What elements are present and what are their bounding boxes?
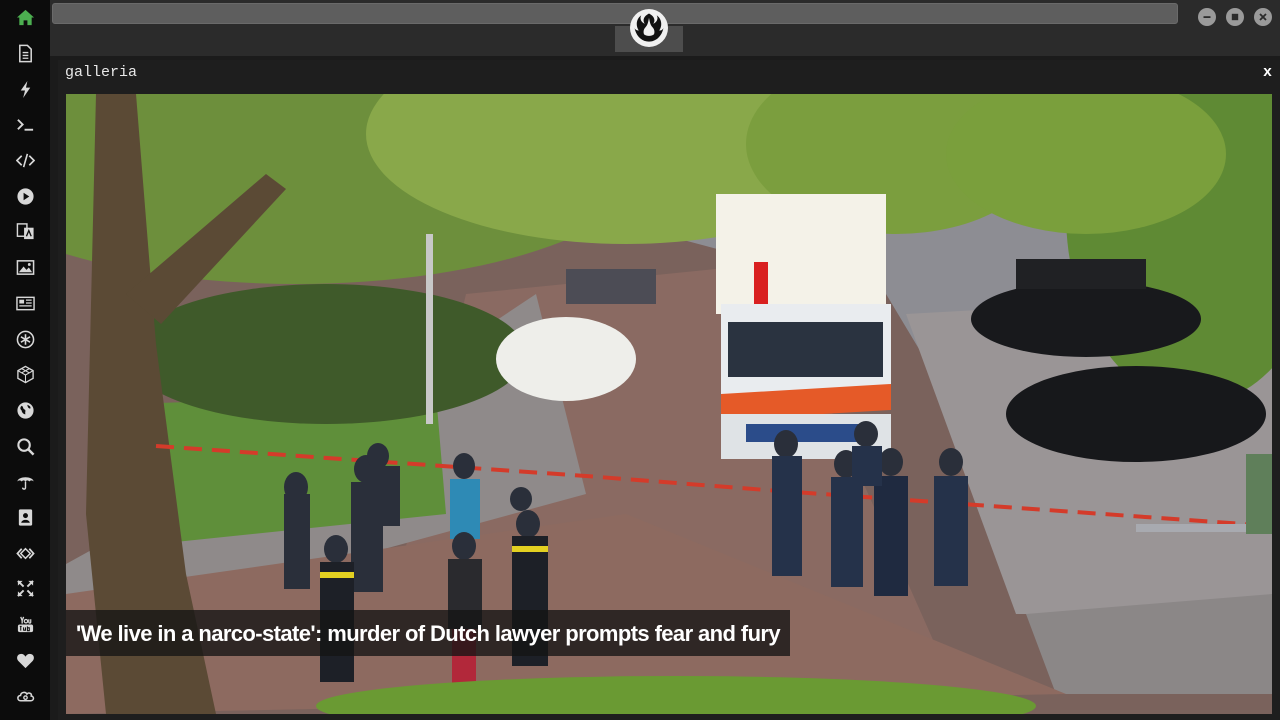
address-bar[interactable]: [52, 3, 1178, 24]
heart-icon[interactable]: [0, 642, 50, 678]
photo-caption: 'We live in a narco-state': murder of Du…: [66, 610, 791, 656]
expand-icon[interactable]: [0, 571, 50, 607]
panel-title: galleria: [65, 64, 138, 81]
terminal-icon[interactable]: [0, 107, 50, 143]
lightning-icon[interactable]: [0, 71, 50, 107]
maximize-icon[interactable]: [1226, 8, 1244, 26]
top-bar: [50, 0, 1280, 56]
asterisk-icon[interactable]: [0, 321, 50, 357]
gallery-panel: galleria x 'We live in a narco-state': m…: [58, 60, 1280, 720]
panel-close-button[interactable]: x: [1263, 64, 1272, 81]
sidebar: [0, 0, 50, 720]
play-icon[interactable]: [0, 178, 50, 214]
close-icon[interactable]: [1254, 8, 1272, 26]
cube-icon[interactable]: [0, 357, 50, 393]
umbrella-icon[interactable]: [0, 464, 50, 500]
image-icon[interactable]: [0, 250, 50, 286]
translate-icon[interactable]: [0, 214, 50, 250]
minimize-icon[interactable]: [1198, 8, 1216, 26]
rebel-alliance-icon: [630, 9, 668, 47]
home-icon[interactable]: [0, 0, 50, 36]
youtube-icon[interactable]: [0, 607, 50, 643]
cloud-icon[interactable]: [0, 678, 50, 714]
document-icon[interactable]: [0, 36, 50, 72]
contact-icon[interactable]: [0, 500, 50, 536]
globe-icon[interactable]: [0, 393, 50, 429]
embed-icon[interactable]: [0, 535, 50, 571]
search-icon[interactable]: [0, 428, 50, 464]
newspaper-icon[interactable]: [0, 286, 50, 322]
code-icon[interactable]: [0, 143, 50, 179]
